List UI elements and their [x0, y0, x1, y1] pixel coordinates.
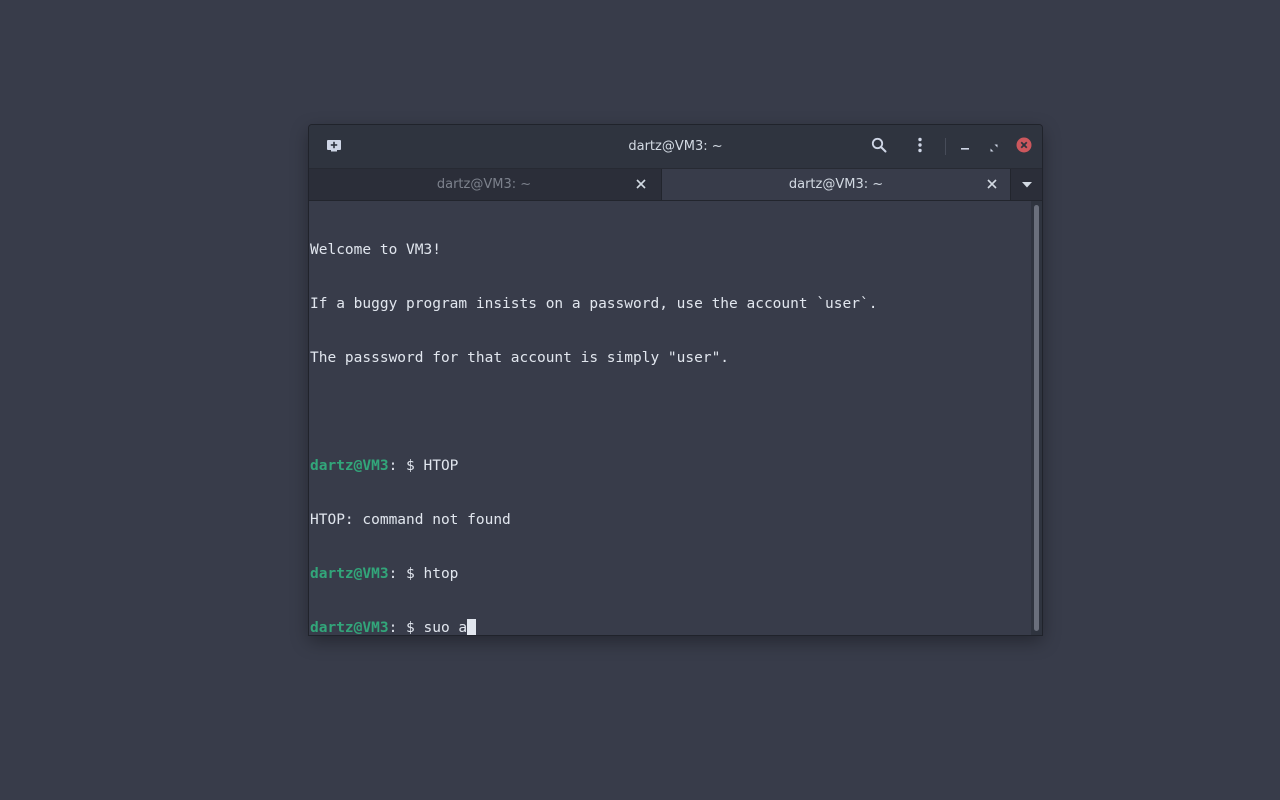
scrollbar-thumb[interactable]: [1034, 205, 1039, 631]
terminal-line: The passsword for that account is simply…: [310, 350, 730, 366]
close-icon: [987, 179, 997, 189]
scrollbar[interactable]: [1031, 201, 1042, 635]
maximize-button[interactable]: [983, 125, 1005, 168]
maximize-icon: [990, 137, 998, 156]
terminal-line: dartz@VM3: $ htop: [310, 566, 459, 582]
terminal-line: If a buggy program insists on a password…: [310, 296, 878, 312]
close-window-button[interactable]: [1012, 125, 1036, 168]
minimize-icon: [961, 137, 969, 156]
tab-close-button[interactable]: [634, 177, 648, 191]
terminal-window: dartz@VM3: ~ dartz@VM3: ~ dartz@VM3: ~ W…: [309, 125, 1042, 635]
headerbar: dartz@VM3: ~: [309, 125, 1042, 169]
search-button[interactable]: [864, 125, 894, 168]
tab-1[interactable]: dartz@VM3: ~: [309, 169, 659, 200]
close-icon: [636, 179, 646, 189]
new-tab-icon: [326, 137, 342, 156]
current-command: : $ suo a: [388, 620, 468, 635]
headerbar-separator: [945, 138, 946, 155]
terminal-line: dartz@VM3: $ HTOP: [310, 458, 459, 474]
new-tab-button[interactable]: [319, 125, 349, 168]
tab-list-dropdown[interactable]: [1011, 169, 1042, 200]
prompt: dartz@VM3: [310, 458, 389, 474]
text-cursor: [467, 619, 477, 635]
tab-bar: dartz@VM3: ~ dartz@VM3: ~: [309, 169, 1042, 201]
tab-label: dartz@VM3: ~: [436, 177, 532, 192]
minimize-button[interactable]: [954, 125, 976, 168]
terminal-line: Welcome to VM3!: [310, 242, 441, 258]
terminal-line: HTOP: command not found: [310, 512, 511, 528]
search-icon: [871, 137, 887, 157]
chevron-down-icon: [1021, 181, 1032, 187]
prompt: dartz@VM3: [310, 620, 389, 635]
terminal-input-line[interactable]: dartz@VM3: $ suo a: [310, 619, 1031, 635]
tab-label: dartz@VM3: ~: [788, 177, 884, 192]
close-icon: [1016, 137, 1032, 157]
tab-close-button[interactable]: [985, 177, 999, 191]
prompt: dartz@VM3: [310, 566, 389, 582]
terminal-output[interactable]: Welcome to VM3! If a buggy program insis…: [309, 201, 1031, 635]
kebab-menu-icon: [918, 137, 922, 157]
tab-2[interactable]: dartz@VM3: ~: [661, 169, 1011, 200]
menu-button[interactable]: [907, 125, 933, 168]
